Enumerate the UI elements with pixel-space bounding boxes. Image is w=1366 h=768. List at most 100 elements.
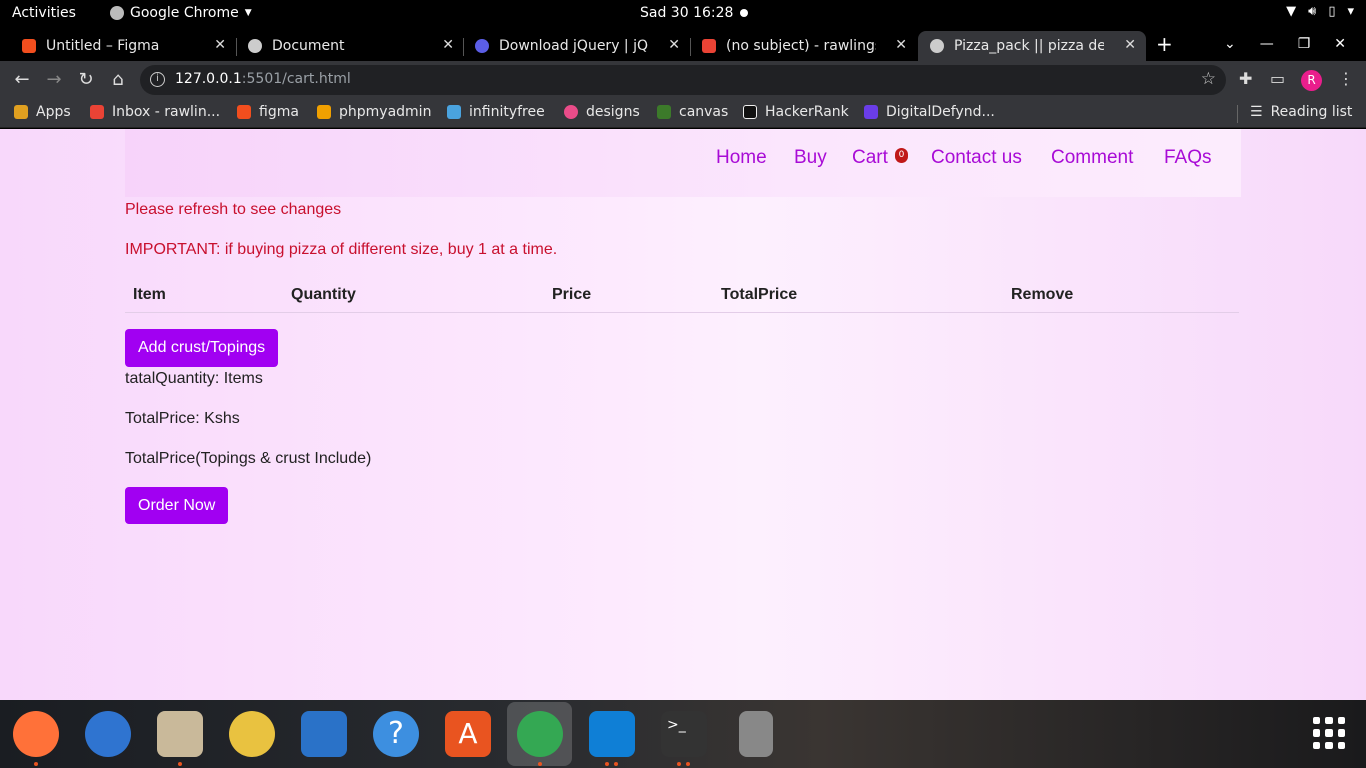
hackerrank-icon bbox=[743, 105, 757, 119]
close-window-icon[interactable]: ✕ bbox=[1334, 36, 1346, 52]
bookmark-label: Apps bbox=[36, 104, 71, 120]
infinityfree-icon bbox=[447, 105, 461, 119]
bookmark-inbox[interactable]: Inbox - rawlin... bbox=[90, 104, 220, 120]
clock[interactable]: Sad 30 16:28 bbox=[640, 5, 733, 21]
forward-arrow-icon[interactable]: → bbox=[43, 69, 65, 90]
window-controls: ⌄ — ❐ ✕ bbox=[1224, 27, 1366, 61]
reading-list-icon: ☰ bbox=[1250, 104, 1263, 120]
tab-figma[interactable]: Untitled – Figma ✕ bbox=[0, 31, 236, 61]
close-icon[interactable]: ✕ bbox=[668, 37, 680, 53]
writer-icon[interactable] bbox=[301, 711, 347, 757]
tab-title: Untitled – Figma bbox=[46, 38, 160, 54]
minimize-icon[interactable]: — bbox=[1260, 36, 1274, 52]
bookmark-label: designs bbox=[586, 104, 640, 120]
reading-list-button[interactable]: ☰ Reading list bbox=[1250, 104, 1352, 120]
notification-dot-icon bbox=[740, 9, 748, 17]
tab-document[interactable]: Document ✕ bbox=[226, 31, 464, 61]
more-menu-icon[interactable]: ⋮ bbox=[1338, 69, 1354, 88]
files-icon[interactable] bbox=[157, 711, 203, 757]
bookmark-phpmyadmin[interactable]: phpmyadmin bbox=[317, 104, 431, 120]
wifi-icon: ▼ bbox=[1286, 4, 1297, 19]
help-icon[interactable]: ? bbox=[373, 711, 419, 757]
url-host: 127.0.0.1 bbox=[175, 71, 242, 87]
new-tab-button[interactable]: + bbox=[1156, 32, 1173, 56]
chrome-icon[interactable] bbox=[517, 711, 563, 757]
bookmark-figma[interactable]: figma bbox=[237, 104, 299, 120]
show-applications-icon[interactable] bbox=[1313, 717, 1345, 749]
software-icon[interactable]: A bbox=[445, 711, 491, 757]
url-path: :5501/cart.html bbox=[241, 71, 351, 87]
tab-jquery[interactable]: Download jQuery | jQue ✕ bbox=[453, 31, 690, 61]
tab-title: (no subject) - rawlings.h bbox=[726, 38, 876, 54]
disk-icon[interactable] bbox=[739, 711, 773, 757]
total-price-with-toppings: TotalPrice(Topings & crust Include) bbox=[125, 450, 372, 467]
firefox-icon[interactable] bbox=[13, 711, 59, 757]
jquery-icon bbox=[475, 39, 489, 53]
bookmark-label: infinityfree bbox=[469, 104, 545, 120]
add-crust-toppings-button[interactable]: Add crust/Topings bbox=[125, 329, 279, 367]
nav-home-link[interactable]: Home bbox=[716, 147, 767, 169]
app-menu[interactable]: Google Chrome ▼ bbox=[110, 5, 252, 21]
cast-icon[interactable]: ▭ bbox=[1270, 69, 1285, 88]
app-name: Google Chrome bbox=[130, 5, 239, 21]
nav-cart-link[interactable]: Cart bbox=[852, 147, 888, 169]
rhythmbox-icon[interactable] bbox=[229, 711, 275, 757]
thunderbird-icon[interactable] bbox=[85, 711, 131, 757]
tab-pizza-pack[interactable]: Pizza_pack || pizza den | ✕ bbox=[918, 31, 1146, 61]
apps-grid-icon bbox=[14, 105, 28, 119]
reading-list-label: Reading list bbox=[1270, 104, 1353, 120]
bookmark-infinityfree[interactable]: infinityfree bbox=[447, 104, 545, 120]
bookmark-hackerrank[interactable]: HackerRank bbox=[743, 104, 849, 120]
figma-icon bbox=[237, 105, 251, 119]
bookmark-label: phpmyadmin bbox=[339, 104, 432, 120]
figma-icon bbox=[22, 39, 36, 53]
bookmark-star-icon[interactable]: ☆ bbox=[1201, 69, 1216, 89]
activities-button[interactable]: Activities bbox=[12, 5, 76, 21]
dd-icon bbox=[864, 105, 878, 119]
nav-comment-link[interactable]: Comment bbox=[1051, 147, 1133, 169]
gmail-icon bbox=[702, 39, 716, 53]
back-arrow-icon[interactable]: ← bbox=[11, 69, 33, 90]
order-now-button[interactable]: Order Now bbox=[125, 487, 229, 524]
home-icon[interactable]: ⌂ bbox=[107, 69, 129, 90]
info-icon[interactable]: i bbox=[150, 72, 165, 87]
bookmarks-bar: Apps Inbox - rawlin... figma phpmyadmin … bbox=[0, 99, 1366, 128]
nav-buy-link[interactable]: Buy bbox=[794, 147, 827, 169]
th-total-price: TotalPrice bbox=[721, 286, 798, 303]
table-divider bbox=[125, 312, 1239, 313]
th-item: Item bbox=[133, 286, 166, 303]
th-price: Price bbox=[552, 286, 592, 303]
system-tray[interactable]: ▼ 🔊︎ ▯ ▾ bbox=[1286, 4, 1354, 19]
bookmark-digitaldefynd[interactable]: DigitalDefynd... bbox=[864, 104, 995, 120]
bookmark-apps[interactable]: Apps bbox=[14, 104, 71, 120]
total-price: TotalPrice: Kshs bbox=[125, 410, 240, 427]
volume-icon: 🔊︎ bbox=[1308, 4, 1317, 19]
system-top-bar: Activities Google Chrome ▼ Sad 30 16:28 … bbox=[0, 0, 1366, 27]
reload-icon[interactable]: ↻ bbox=[75, 69, 97, 90]
browser-toolbar: ← → ↻ ⌂ i 127.0.0.1:5501/cart.html ☆ ✚ ▭… bbox=[0, 61, 1366, 99]
bookmark-label: HackerRank bbox=[765, 104, 849, 120]
nav-faqs-link[interactable]: FAQs bbox=[1164, 147, 1212, 169]
bookmark-designs[interactable]: designs bbox=[564, 104, 640, 120]
phpmyadmin-icon bbox=[317, 105, 331, 119]
close-icon[interactable]: ✕ bbox=[214, 37, 226, 53]
close-icon[interactable]: ✕ bbox=[895, 37, 907, 53]
globe-icon bbox=[930, 39, 944, 53]
important-notice: IMPORTANT: if buying pizza of different … bbox=[125, 241, 558, 258]
nav-contact-link[interactable]: Contact us bbox=[931, 147, 1022, 169]
palm-icon bbox=[657, 105, 671, 119]
tab-title: Document bbox=[272, 38, 345, 54]
restore-icon[interactable]: ❐ bbox=[1298, 36, 1311, 52]
vscode-icon[interactable] bbox=[589, 711, 635, 757]
total-quantity: tatalQuantity: Items bbox=[125, 370, 263, 387]
profile-avatar[interactable]: R bbox=[1301, 70, 1322, 91]
address-bar[interactable]: i 127.0.0.1:5501/cart.html ☆ bbox=[140, 65, 1226, 95]
tab-search-chevron-icon[interactable]: ⌄ bbox=[1224, 36, 1236, 52]
extensions-puzzle-icon[interactable]: ✚ bbox=[1239, 69, 1252, 88]
terminal-icon[interactable]: >_ bbox=[661, 711, 707, 757]
refresh-notice: Please refresh to see changes bbox=[125, 201, 342, 218]
bookmark-canvas[interactable]: canvas bbox=[657, 104, 728, 120]
tab-title: Pizza_pack || pizza den | bbox=[954, 38, 1104, 54]
close-icon[interactable]: ✕ bbox=[1124, 37, 1136, 53]
tab-gmail[interactable]: (no subject) - rawlings.h ✕ bbox=[680, 31, 917, 61]
